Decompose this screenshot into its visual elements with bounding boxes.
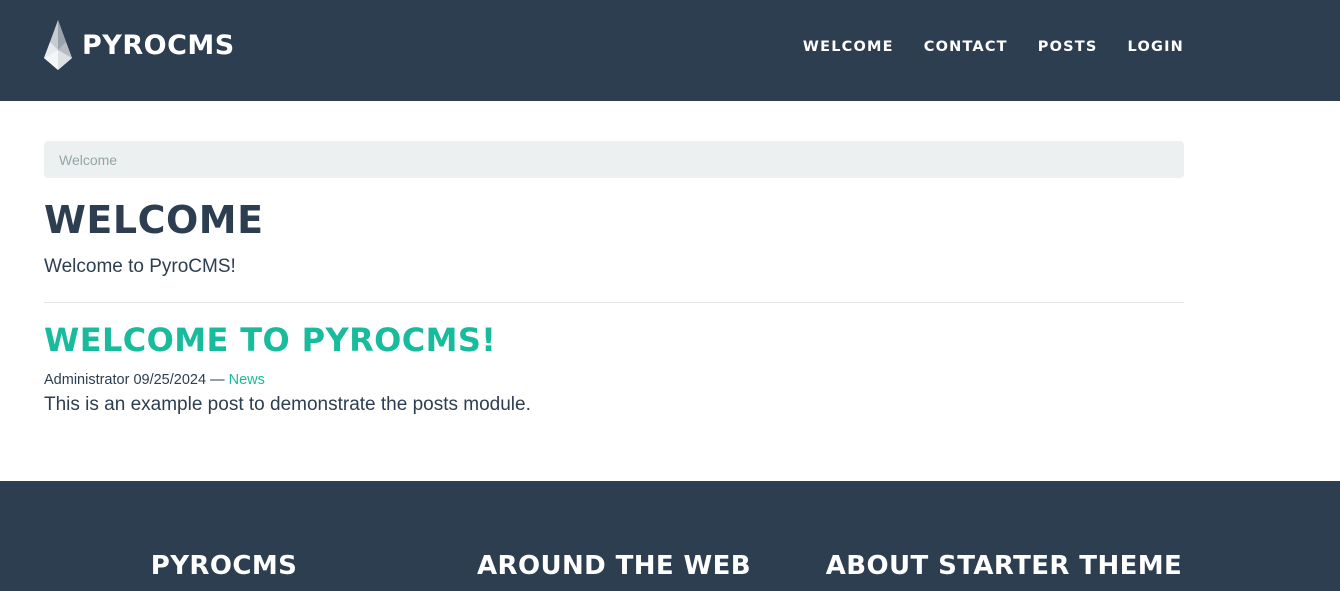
main-nav: WELCOME CONTACT POSTS LOGIN	[803, 38, 1184, 56]
nav-item-posts: POSTS	[1038, 38, 1098, 56]
footer-heading-about-starter-theme: ABOUT STARTER THEME	[825, 551, 1183, 581]
content-divider	[44, 302, 1184, 303]
nav-item-contact: CONTACT	[924, 38, 1008, 56]
nav-link-posts[interactable]: POSTS	[1038, 39, 1098, 55]
site-footer: PYROCMS AROUND THE WEB ABOUT STARTER THE…	[0, 481, 1340, 591]
post-date: 09/25/2024	[133, 372, 207, 388]
flame-crystal-icon	[44, 20, 72, 70]
brand-home-link[interactable]: PYROCMS	[44, 20, 235, 70]
breadcrumb: Welcome	[44, 141, 1184, 178]
nav-link-contact[interactable]: CONTACT	[924, 39, 1008, 55]
nav-link-welcome[interactable]: WELCOME	[803, 39, 894, 55]
page-lead: Welcome to PyroCMS!	[44, 256, 236, 277]
post-title-link[interactable]: WELCOME TO PYROCMS!	[44, 321, 496, 359]
page-title: WELCOME	[44, 198, 264, 242]
nav-item-login: LOGIN	[1128, 38, 1184, 56]
nav-link-login[interactable]: LOGIN	[1128, 39, 1184, 55]
post-meta-separator: —	[210, 372, 225, 388]
footer-heading-around-the-web: AROUND THE WEB	[477, 551, 751, 581]
footer-heading-pyrocms: PYROCMS	[150, 551, 298, 581]
nav-item-welcome: WELCOME	[803, 38, 894, 56]
breadcrumb-current: Welcome	[59, 151, 118, 168]
brand-name: PYROCMS	[82, 29, 235, 61]
post-meta: Administrator 09/25/2024 — News	[44, 372, 265, 388]
post-author: Administrator	[44, 372, 130, 388]
post-category-link[interactable]: News	[229, 372, 265, 388]
top-navbar: PYROCMS WELCOME CONTACT POSTS LOGIN	[0, 0, 1340, 101]
post-summary: This is an example post to demonstrate t…	[44, 394, 531, 415]
